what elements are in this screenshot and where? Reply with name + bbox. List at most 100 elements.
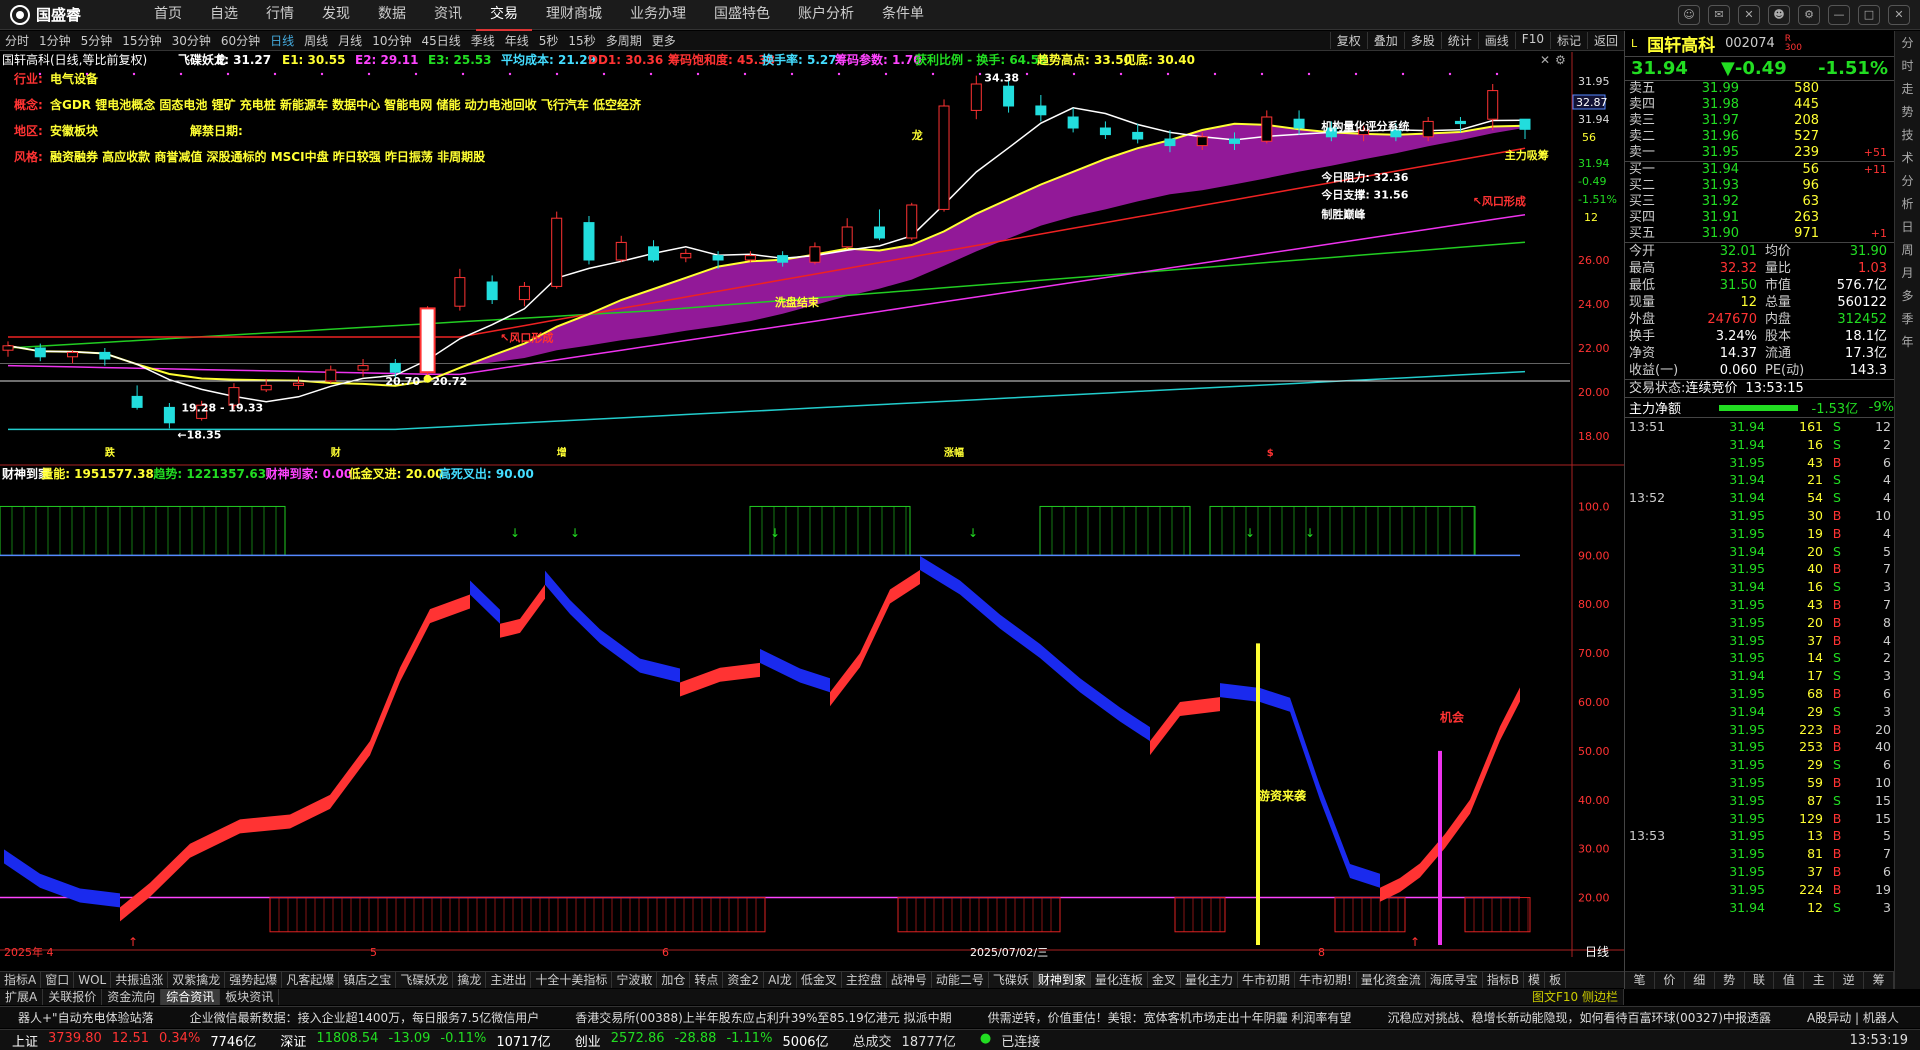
side-tab-9[interactable]: 周: [1901, 238, 1913, 261]
tick-list[interactable]: 13:51 31.94 161 S 12 31.94 16 S 2 31.95 43 B 6 31.94 2…: [1625, 418, 1894, 916]
indicator-tab-19[interactable]: 战神号: [887, 972, 932, 988]
menu-item-8[interactable]: 业务办理: [616, 0, 700, 31]
menu-item-11[interactable]: 条件单: [868, 0, 938, 31]
menu-item-9[interactable]: 国盛特色: [700, 0, 784, 31]
indicator-tab-6[interactable]: 凡客起爆: [282, 972, 340, 988]
indicator-tab-14[interactable]: 转点: [690, 972, 724, 988]
user-icon[interactable]: ☻: [1768, 4, 1790, 25]
settings-icon[interactable]: ⚙: [1798, 4, 1820, 25]
indicator-tab-11[interactable]: 十全十美指标: [531, 972, 613, 988]
period-3[interactable]: 15分钟: [117, 32, 166, 49]
quote-tab-7[interactable]: 逆: [1834, 972, 1865, 989]
indicator-tab-28[interactable]: 量化资金流: [1357, 972, 1426, 988]
indicator-tab-9[interactable]: 擒龙: [453, 972, 487, 988]
mail-icon[interactable]: ✉: [1708, 4, 1730, 25]
news-item[interactable]: A股异动 | 机器人: [1789, 1009, 1917, 1026]
period-0[interactable]: 分时: [0, 32, 34, 49]
quote-tab-5[interactable]: 值: [1774, 972, 1805, 989]
indicator-tab-26[interactable]: 牛市初期: [1238, 972, 1295, 988]
indicator-tab-0[interactable]: 指标A: [0, 972, 42, 988]
period-15[interactable]: 多周期: [601, 32, 647, 49]
close-icon[interactable]: ✕: [1888, 4, 1910, 25]
message-icon[interactable]: ☺: [1678, 4, 1700, 25]
indicator-tab-27[interactable]: 牛市初期!: [1295, 972, 1357, 988]
menu-item-3[interactable]: 发现: [308, 0, 364, 31]
side-tab-6[interactable]: 分: [1901, 169, 1913, 192]
buy-row[interactable]: 买三 31.92 63: [1625, 194, 1894, 210]
side-tab-13[interactable]: 年: [1901, 330, 1913, 353]
indicator-tab-4[interactable]: 双紫擒龙: [168, 972, 226, 988]
period-2[interactable]: 5分钟: [76, 32, 118, 49]
indicator-tab-31[interactable]: 模: [1524, 972, 1546, 988]
indicator-tab-29[interactable]: 海底寻宝: [1426, 972, 1483, 988]
side-tab-0[interactable]: 分: [1901, 31, 1913, 54]
indicator-tab-23[interactable]: 量化连板: [1091, 972, 1148, 988]
chart-tool-0[interactable]: 复权: [1329, 32, 1367, 49]
menu-item-2[interactable]: 行情: [252, 0, 308, 31]
buy-row[interactable]: 买四 31.91 263: [1625, 210, 1894, 226]
quote-tab-2[interactable]: 细: [1685, 972, 1715, 989]
period-10[interactable]: 45日线: [416, 32, 465, 49]
settings-icon[interactable]: ⚙: [1555, 53, 1566, 67]
news-item[interactable]: 香港交易所(00388)上半年股东应占利升39%至85.19亿港元 拟派中期: [557, 1009, 969, 1026]
indicator-tab-13[interactable]: 加仓: [657, 972, 691, 988]
period-8[interactable]: 月线: [333, 32, 367, 49]
period-13[interactable]: 5秒: [534, 32, 564, 49]
buy-row[interactable]: 买一 31.94 56 +11: [1625, 162, 1894, 178]
side-tab-8[interactable]: 日: [1901, 215, 1913, 238]
kline-chart[interactable]: 国轩高科(日线,等比前复权) 飞碟妖龙E: 31.27 E1: 30.55 E2: 2…: [0, 52, 1624, 957]
index-quote[interactable]: 上证 3739.80 12.51 0.34% 7746亿: [0, 1031, 268, 1050]
menu-item-10[interactable]: 账户分析: [784, 0, 868, 31]
sell-row[interactable]: 卖一 31.95 239 +51: [1625, 145, 1894, 161]
ext-tab-2[interactable]: 资金流向: [102, 989, 162, 1005]
quote-tab-3[interactable]: 势: [1715, 972, 1745, 989]
quote-tab-4[interactable]: 联: [1745, 972, 1775, 989]
ext-tab-3[interactable]: 综合资讯: [161, 989, 221, 1005]
index-quote[interactable]: 深证 11808.54 -13.09 -0.11% 10717亿: [268, 1031, 562, 1050]
side-tab-1[interactable]: 时: [1901, 54, 1913, 77]
sell-row[interactable]: 卖五 31.99 580: [1625, 81, 1894, 97]
chart-tool-5[interactable]: F10: [1514, 32, 1550, 49]
chart-tool-1[interactable]: 叠加: [1366, 32, 1404, 49]
sell-row[interactable]: 卖二 31.96 527: [1625, 129, 1894, 145]
side-tab-10[interactable]: 月: [1901, 261, 1913, 284]
indicator-tab-1[interactable]: 窗口: [41, 972, 75, 988]
menu-item-4[interactable]: 数据: [364, 0, 420, 31]
side-tab-12[interactable]: 季: [1901, 307, 1913, 330]
indicator-tab-10[interactable]: 主进出: [486, 972, 532, 988]
period-5[interactable]: 60分钟: [216, 32, 265, 49]
period-14[interactable]: 15秒: [563, 32, 600, 49]
indicator-tab-15[interactable]: 资金2: [723, 972, 765, 988]
side-tab-4[interactable]: 技: [1901, 123, 1913, 146]
buy-row[interactable]: 买二 31.93 96: [1625, 178, 1894, 194]
news-item[interactable]: 供需逆转，价值重估！美银：宽体客机市场走出十年阴霾 利润率有望: [970, 1009, 1370, 1026]
indicator-tab-25[interactable]: 量化主力: [1181, 972, 1238, 988]
indicator-tab-30[interactable]: 指标B: [1483, 972, 1525, 988]
index-quote[interactable]: 创业 2572.86 -28.88 -1.11% 5006亿: [563, 1031, 841, 1050]
indicator-tab-20[interactable]: 动能二号: [932, 972, 989, 988]
period-11[interactable]: 季线: [466, 32, 500, 49]
tools-icon[interactable]: ✕: [1738, 4, 1760, 25]
indicator-tab-5[interactable]: 强势起爆: [225, 972, 283, 988]
side-panel-toggle[interactable]: 图文F10 侧边栏: [1527, 989, 1624, 1005]
menu-item-7[interactable]: 理财商城: [532, 0, 616, 31]
indicator-tab-21[interactable]: 飞碟妖: [989, 972, 1034, 988]
menu-item-0[interactable]: 首页: [140, 0, 196, 31]
sell-row[interactable]: 卖三 31.97 208: [1625, 113, 1894, 129]
period-9[interactable]: 10分钟: [367, 32, 416, 49]
ext-tab-4[interactable]: 板块资讯: [220, 989, 280, 1005]
chart-tool-2[interactable]: 多股: [1403, 32, 1441, 49]
indicator-tab-24[interactable]: 金叉: [1148, 972, 1181, 988]
period-12[interactable]: 年线: [500, 32, 534, 49]
side-tab-7[interactable]: 析: [1901, 192, 1913, 215]
indicator-tab-22[interactable]: 财神到家: [1033, 972, 1091, 988]
news-item[interactable]: 器人+"自动充电体验站落: [0, 1009, 172, 1026]
indicator-tab-8[interactable]: 飞碟妖龙: [396, 972, 454, 988]
news-item[interactable]: 沉稳应对挑战、稳增长新动能隐现，如何看待百富环球(00327)中报透露: [1369, 1009, 1789, 1026]
quote-tab-0[interactable]: 笔: [1625, 972, 1655, 989]
quote-tab-1[interactable]: 价: [1655, 972, 1685, 989]
indicator-tab-32[interactable]: 板: [1545, 972, 1567, 988]
quote-tab-6[interactable]: 主: [1804, 972, 1835, 989]
indicator-tab-7[interactable]: 镇店之宝: [339, 972, 397, 988]
period-16[interactable]: 更多: [647, 32, 681, 49]
